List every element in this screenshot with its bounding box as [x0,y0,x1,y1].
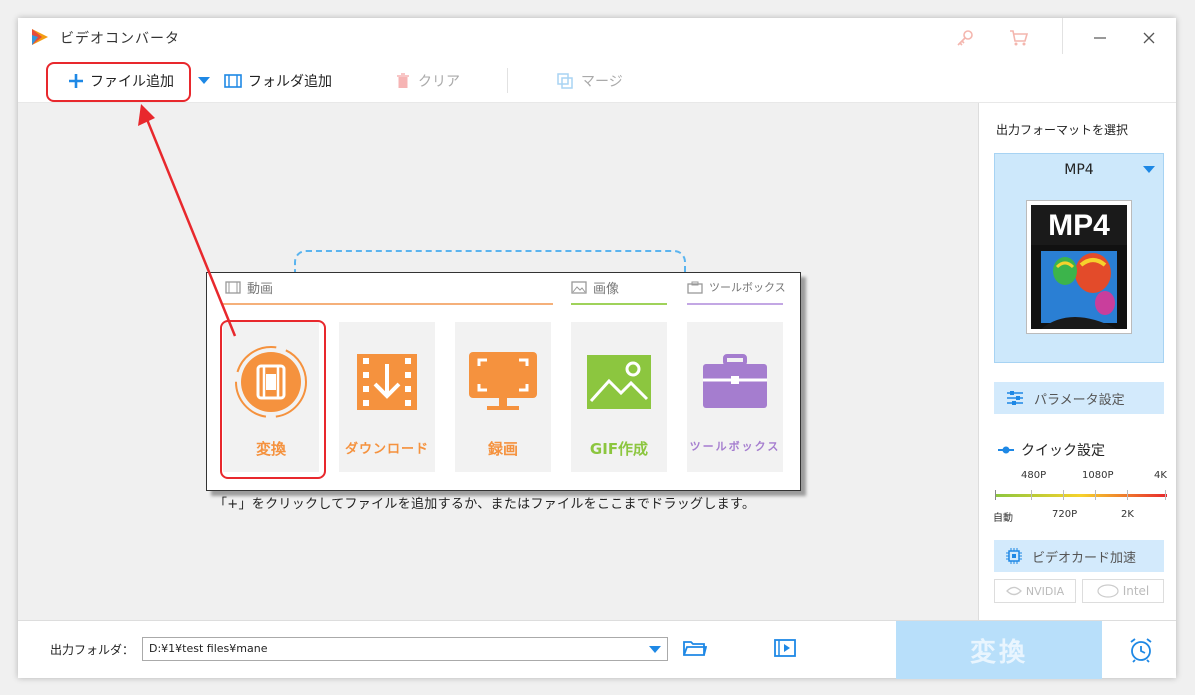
gpu-intel-option[interactable]: Intel [1082,579,1164,603]
nvidia-icon [1005,586,1022,596]
quality-480p: 480P [1021,470,1047,481]
merge-label: マージ [581,73,623,90]
alarm-clock-icon [1130,638,1152,663]
app-logo-icon [32,29,48,45]
quality-auto: 自動 [993,513,1013,524]
toolbox-large-icon [697,344,773,420]
title-bar: ビデオコンバータ [18,18,1176,58]
gpu-nvidia-label: NVIDIA [1025,584,1065,598]
close-button[interactable] [1137,26,1161,50]
format-thumbnail: MP4 [1026,200,1132,334]
category-image-label: 画像 [593,281,620,297]
category-toolbox-label: ツールボックス [709,281,786,294]
tile-download[interactable]: ダウンロード [339,322,435,472]
folder-icon [683,641,708,656]
quality-tick [1095,490,1096,500]
bottom-bar: 出力フォルダ： D:¥1¥test files¥mane 変換 [18,620,1176,679]
key-icon[interactable] [953,26,977,50]
clear-label: クリア [418,73,460,90]
convert-button[interactable]: 変換 [896,621,1102,679]
add-folder-button[interactable]: フォルダ追加 [224,58,332,103]
gif-image-icon [581,344,657,420]
toolbox-icon [687,281,703,294]
tile-record-label: 録画 [487,440,518,458]
titlebar-divider [1062,18,1063,54]
quick-settings-label: クイック設定 [1021,443,1105,459]
format-label: 出力フォーマットを選択 [996,123,1129,137]
video-underline [223,303,553,305]
cart-icon[interactable] [1007,26,1031,50]
quick-slider-icon [998,446,1014,454]
quick-settings-title: クイック設定 [997,440,1105,460]
quality-tick [1127,490,1128,500]
quality-tick [1031,490,1032,500]
tile-download-label: ダウンロード [344,442,429,457]
balloon-film-icon [1031,245,1127,329]
quality-720p: 720P [1052,509,1078,520]
category-toolbox: ツールボックス [687,273,786,301]
category-image: 画像 [571,273,619,301]
arrow-annotation [138,104,237,337]
open-output-button[interactable] [774,638,798,660]
alarm-clock-button[interactable] [1128,637,1154,663]
tile-record[interactable]: 録画 [455,322,551,472]
video-folder-icon [774,639,796,657]
chevron-down-icon [198,76,210,84]
add-file-highlight [46,62,191,102]
quality-tick [1165,490,1166,500]
add-file-dropdown[interactable] [198,58,210,103]
minimize-button[interactable] [1088,26,1112,50]
clear-button[interactable]: クリア [396,58,460,103]
output-folder-field[interactable]: D:¥1¥test files¥mane [142,637,668,661]
format-selector[interactable]: MP4 MP4 [994,153,1164,363]
window-title: ビデオコンバータ [60,31,180,47]
quality-slider[interactable] [995,494,1167,497]
output-settings-panel: 出力フォーマットを選択 MP4 MP4 パラメータ設定 クイック設定 480P … [978,103,1176,620]
image-underline [571,303,667,305]
mp4-thumb-text: MP4 [1048,209,1110,242]
intel-icon [1097,584,1119,598]
parameter-settings-label: パラメータ設定 [1034,392,1125,408]
tile-gif[interactable]: GIF作成 [571,322,667,472]
gpu-acceleration-label: ビデオカード加速 [1032,550,1137,566]
category-video-label: 動画 [247,281,274,297]
gpu-nvidia-option[interactable]: NVIDIA [994,579,1076,603]
film-folder-icon [224,73,242,88]
image-icon [571,280,587,294]
quality-2k: 2K [1121,509,1134,520]
add-folder-label: フォルダ追加 [248,73,332,90]
sliders-icon [1007,391,1023,405]
tile-toolbox-label: ツールボックス [689,440,781,453]
toolbar-divider [507,68,508,93]
app-window: ビデオコンバータ ファイル追加 フォルダ追加 クリア マージ 動画 画像 ツール… [18,18,1176,679]
tile-toolbox[interactable]: ツールボックス [687,322,783,472]
quality-4k: 4K [1154,470,1167,481]
output-folder-path: D:¥1¥test files¥mane [149,642,268,655]
chevron-down-icon [1143,166,1155,173]
toolbox-underline [687,303,783,305]
merge-button[interactable]: マージ [557,58,623,103]
merge-icon [557,72,573,89]
tile-gif-label: GIF作成 [589,440,649,458]
trash-icon [397,72,409,88]
output-folder-label: 出力フォルダ： [50,643,135,657]
browse-folder-button[interactable] [683,639,708,659]
chip-icon [1006,548,1022,564]
screen-record-icon [465,344,541,420]
gpu-acceleration-button[interactable]: ビデオカード加速 [994,540,1164,572]
drop-hint: 「+」をクリックしてファイルを追加するか、またはファイルをここまでドラッグします… [214,497,756,512]
quality-tick [995,490,996,500]
download-icon [349,344,425,420]
toolbar: ファイル追加 フォルダ追加 クリア マージ [18,58,1176,103]
quality-1080p: 1080P [1082,470,1114,481]
parameter-settings-button[interactable]: パラメータ設定 [994,382,1164,414]
gpu-intel-label: Intel [1122,584,1150,598]
format-name: MP4 [1064,162,1094,178]
chevron-down-icon[interactable] [649,646,661,654]
quality-tick [1063,490,1064,500]
